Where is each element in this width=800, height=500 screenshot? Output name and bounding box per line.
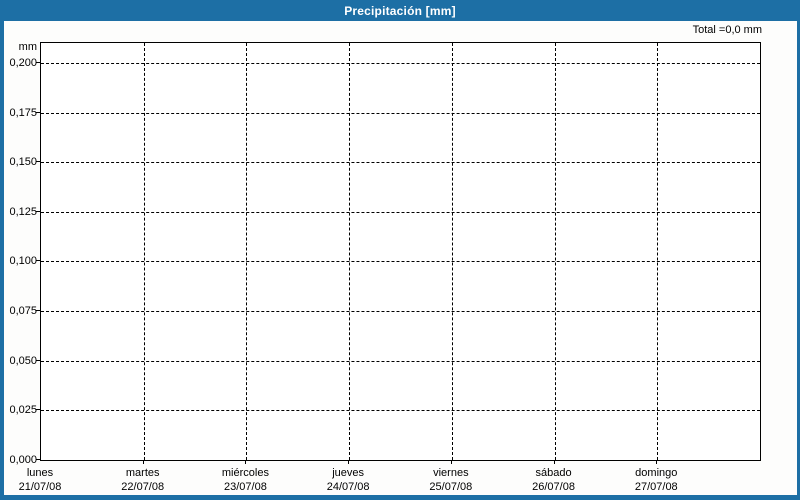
v-gridline xyxy=(246,43,248,460)
chart-title-bar: Precipitación [mm] xyxy=(0,0,800,21)
day-name: lunes xyxy=(26,467,54,479)
day-date: 21/07/08 xyxy=(18,481,62,493)
total-precipitation-label: Total =0,0 mm xyxy=(692,24,762,36)
y-tick-label: 0,025 xyxy=(9,404,37,417)
x-tick-mark xyxy=(142,461,144,464)
x-day-label: lunes 21/07/08 xyxy=(0,466,88,494)
precipitation-chart-window: Precipitación [mm] Total =0,0 mm mm 0,20… xyxy=(0,0,800,500)
day-name: domingo xyxy=(635,467,678,479)
v-gridline xyxy=(349,43,351,460)
y-tick-label: 0,050 xyxy=(9,354,37,367)
chart-title: Precipitación [mm] xyxy=(344,3,456,18)
day-name: miércoles xyxy=(221,467,269,479)
day-name: martes xyxy=(125,467,160,479)
v-gridline xyxy=(657,43,659,460)
day-date: 25/07/08 xyxy=(429,481,473,493)
v-gridline xyxy=(554,43,556,460)
day-name: viernes xyxy=(433,467,469,479)
x-day-label: jueves 24/07/08 xyxy=(300,466,396,494)
h-gridline xyxy=(41,162,760,164)
h-gridline xyxy=(41,62,760,64)
y-tick-label: 0,000 xyxy=(9,454,37,466)
v-gridline xyxy=(451,43,453,460)
day-name: jueves xyxy=(332,467,365,479)
y-tick-mark xyxy=(36,409,40,411)
day-name: sábado xyxy=(535,467,572,479)
y-tick-mark xyxy=(36,161,40,163)
h-gridline xyxy=(41,112,760,114)
y-tick-mark xyxy=(36,210,40,212)
plot-area xyxy=(40,42,761,461)
h-gridline xyxy=(41,410,760,412)
x-tick-mark xyxy=(656,461,658,464)
y-tick-label: 0,200 xyxy=(9,56,37,69)
y-tick-label: 0,150 xyxy=(9,156,37,169)
y-tick-label: 0,175 xyxy=(9,106,37,119)
x-day-label: viernes 25/07/08 xyxy=(403,466,499,494)
h-gridline xyxy=(41,360,760,362)
day-date: 26/07/08 xyxy=(532,481,575,493)
y-tick-mark xyxy=(36,61,40,63)
y-tick-label: 0,125 xyxy=(9,205,37,218)
x-day-label: martes 22/07/08 xyxy=(95,466,191,494)
day-date: 24/07/08 xyxy=(326,481,370,493)
y-tick-label: 0,075 xyxy=(9,305,37,318)
day-date: 27/07/08 xyxy=(634,481,678,493)
h-gridline xyxy=(41,211,760,213)
y-tick-mark xyxy=(36,459,40,460)
y-tick-mark xyxy=(36,111,40,113)
x-tick-mark xyxy=(450,461,452,464)
x-day-label: sábado 26/07/08 xyxy=(506,466,602,494)
frame-border-bottom xyxy=(0,495,800,500)
day-date: 23/07/08 xyxy=(224,481,267,493)
x-day-label: miércoles 23/07/08 xyxy=(197,466,293,494)
x-tick-mark xyxy=(553,461,555,464)
day-date: 22/07/08 xyxy=(121,481,165,493)
y-tick-mark xyxy=(36,359,40,361)
y-axis-unit-label: mm xyxy=(18,41,37,53)
y-tick-mark xyxy=(36,260,40,262)
h-gridline xyxy=(41,311,760,313)
y-tick-mark xyxy=(36,310,40,312)
x-day-label: domingo 27/07/08 xyxy=(608,466,704,494)
x-tick-mark xyxy=(348,461,350,464)
v-gridline xyxy=(143,43,145,460)
h-gridline xyxy=(41,261,760,263)
y-tick-label: 0,100 xyxy=(9,255,37,268)
x-tick-mark xyxy=(245,461,247,464)
